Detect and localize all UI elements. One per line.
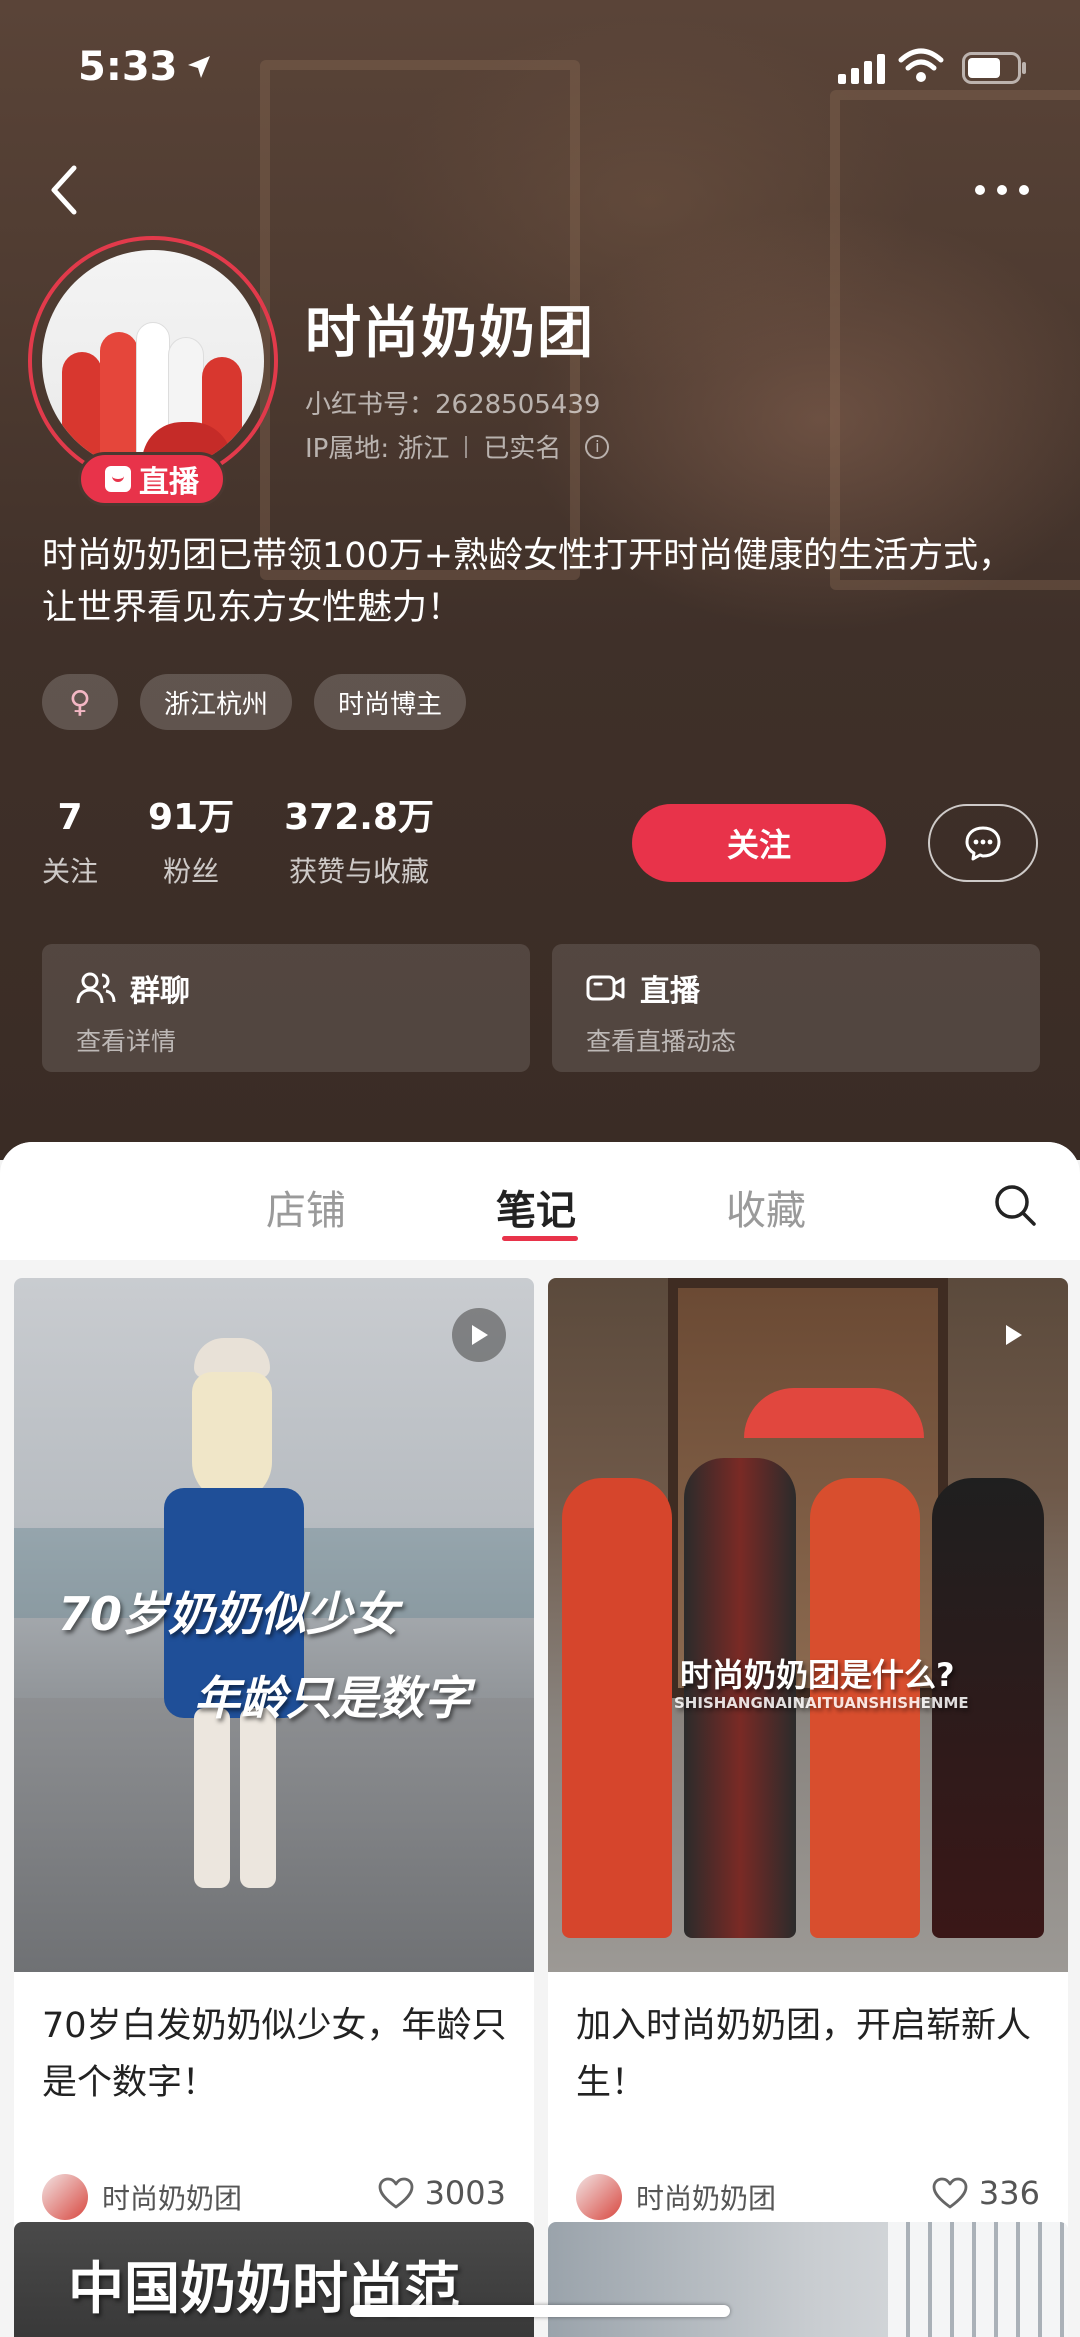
profile-bio: 时尚奶奶团已带领100万+熟龄女性打开时尚健康的生活方式，让世界看见东方女性魅力… [42,536,1014,628]
location-arrow-icon [188,56,210,78]
video-play-icon [986,1308,1040,1362]
wifi-icon [898,48,944,82]
group-chat-card[interactable]: 群聊 查看详情 [42,944,530,1072]
stat-likes-collects[interactable]: 372.8万 获赞与收藏 [284,796,434,890]
live-tv-icon [105,466,131,492]
stat-following[interactable]: 7 关注 [42,796,98,890]
group-users-icon [76,972,116,1004]
likes-count: 3003 [424,2174,506,2212]
follow-button[interactable]: 关注 [632,804,886,882]
cover-building [888,2222,1068,2337]
search-icon[interactable] [992,1182,1038,1228]
stat-value: 372.8万 [284,797,434,838]
ip-location-row: IP属地: 浙江 已实名 i [305,428,610,465]
profile-tags: ♀ 浙江杭州 时尚博主 [42,674,467,730]
live-badge-label: 直播 [139,465,199,500]
tab-shop[interactable]: 店铺 [266,1178,346,1236]
profile-tabs: 店铺 笔记 收藏 [0,1142,1080,1260]
stat-value: 7 [57,797,83,838]
cellular-signal-icon [838,54,885,84]
cover-caption-1: 70岁奶奶似少女 [58,1587,399,1641]
author-avatar [576,2174,622,2220]
profile-stats: 7 关注 91万 粉丝 372.8万 获赞与收藏 [42,796,434,890]
cover-caption-1: 时尚奶奶团是什么? [680,1656,955,1694]
status-bar: 5:33 [0,0,1080,130]
heart-icon [378,2177,413,2209]
stat-label: 粉丝 [163,855,220,888]
stat-followers[interactable]: 91万 粉丝 [148,796,234,890]
location-tag[interactable]: 浙江杭州 [140,674,293,730]
live-stream-subtitle: 查看直播动态 [586,1027,737,1056]
message-button[interactable] [928,804,1038,882]
background-frame [830,90,1080,590]
author-name: 时尚奶奶团 [636,2182,777,2215]
avatar[interactable] [28,236,278,486]
stat-value: 91万 [148,797,235,838]
note-cover-image: 时尚奶奶团是什么? SHISHANGNAINAITUANSHISHENME [548,1278,1068,1972]
note-author[interactable]: 时尚奶奶团 [576,2174,776,2220]
divider [465,435,468,458]
note-likes[interactable]: 3003 [377,2174,506,2212]
group-chat-title: 群聊 [130,974,190,1009]
live-stream-title: 直播 [640,974,700,1009]
note-title: 加入时尚奶奶团，开启崭新人生！ [576,2006,1032,2103]
info-icon[interactable]: i [585,434,610,459]
red-id[interactable]: 小红书号：2628505439 [305,384,600,421]
author-avatar [42,2174,88,2220]
battery-icon [962,52,1026,84]
note-card[interactable]: 70岁奶奶似少女 年龄只是数字 70岁白发奶奶似少女，年龄只是个数字！ 时尚奶奶… [14,1278,534,2278]
back-button[interactable] [44,160,84,220]
live-stream-card[interactable]: 直播 查看直播动态 [552,944,1040,1072]
ip-location: IP属地: 浙江 [305,434,450,464]
cover-caption-2: 年龄只是数字 [194,1671,470,1725]
tab-notes[interactable]: 笔记 [496,1178,576,1236]
profile-nickname: 时尚奶奶团 [305,301,595,366]
cover-figure [562,1478,672,1938]
heart-icon [932,2177,968,2209]
stat-label: 关注 [42,855,99,888]
category-tag[interactable]: 时尚博主 [314,674,467,730]
cover-caption-2: SHISHANGNAINAITUANSHISHENME [674,1694,969,1712]
live-badge[interactable]: 直播 [78,452,226,506]
active-tab-indicator [502,1236,578,1241]
verified-status: 已实名 [483,434,562,464]
chat-bubble-icon [965,826,1001,861]
notes-section: 店铺 笔记 收藏 70岁奶奶似少女 年龄只是数字 70岁白发奶奶似少女，年龄只是… [0,1142,1080,2337]
home-indicator[interactable] [350,2305,730,2317]
more-options-button[interactable] [972,180,1032,200]
note-author[interactable]: 时尚奶奶团 [42,2174,242,2220]
group-chat-subtitle: 查看详情 [76,1027,177,1056]
status-time: 5:33 [78,44,178,90]
likes-count: 336 [978,2174,1040,2212]
avatar-image [42,250,264,472]
video-play-icon [452,1308,506,1362]
note-card[interactable]: 中国奶奶时尚范 [14,2222,534,2337]
note-card[interactable] [548,2222,1068,2337]
gender-tag: ♀ [42,674,118,730]
video-camera-icon [586,975,625,1001]
stat-label: 获赞与收藏 [289,855,430,888]
note-card[interactable]: 时尚奶奶团是什么? SHISHANGNAINAITUANSHISHENME 加入… [548,1278,1068,2278]
note-cover-image: 70岁奶奶似少女 年龄只是数字 [14,1278,534,1972]
cover-umbrella [744,1388,924,1438]
profile-header: 5:33 直播 时尚奶奶团 小红书号：2628505439 IP属地: 浙江 已… [0,0,1080,1160]
note-likes[interactable]: 336 [931,2174,1040,2212]
tab-collections[interactable]: 收藏 [726,1178,806,1236]
author-name: 时尚奶奶团 [102,2182,243,2215]
note-title: 70岁白发奶奶似少女，年龄只是个数字！ [42,2006,507,2103]
